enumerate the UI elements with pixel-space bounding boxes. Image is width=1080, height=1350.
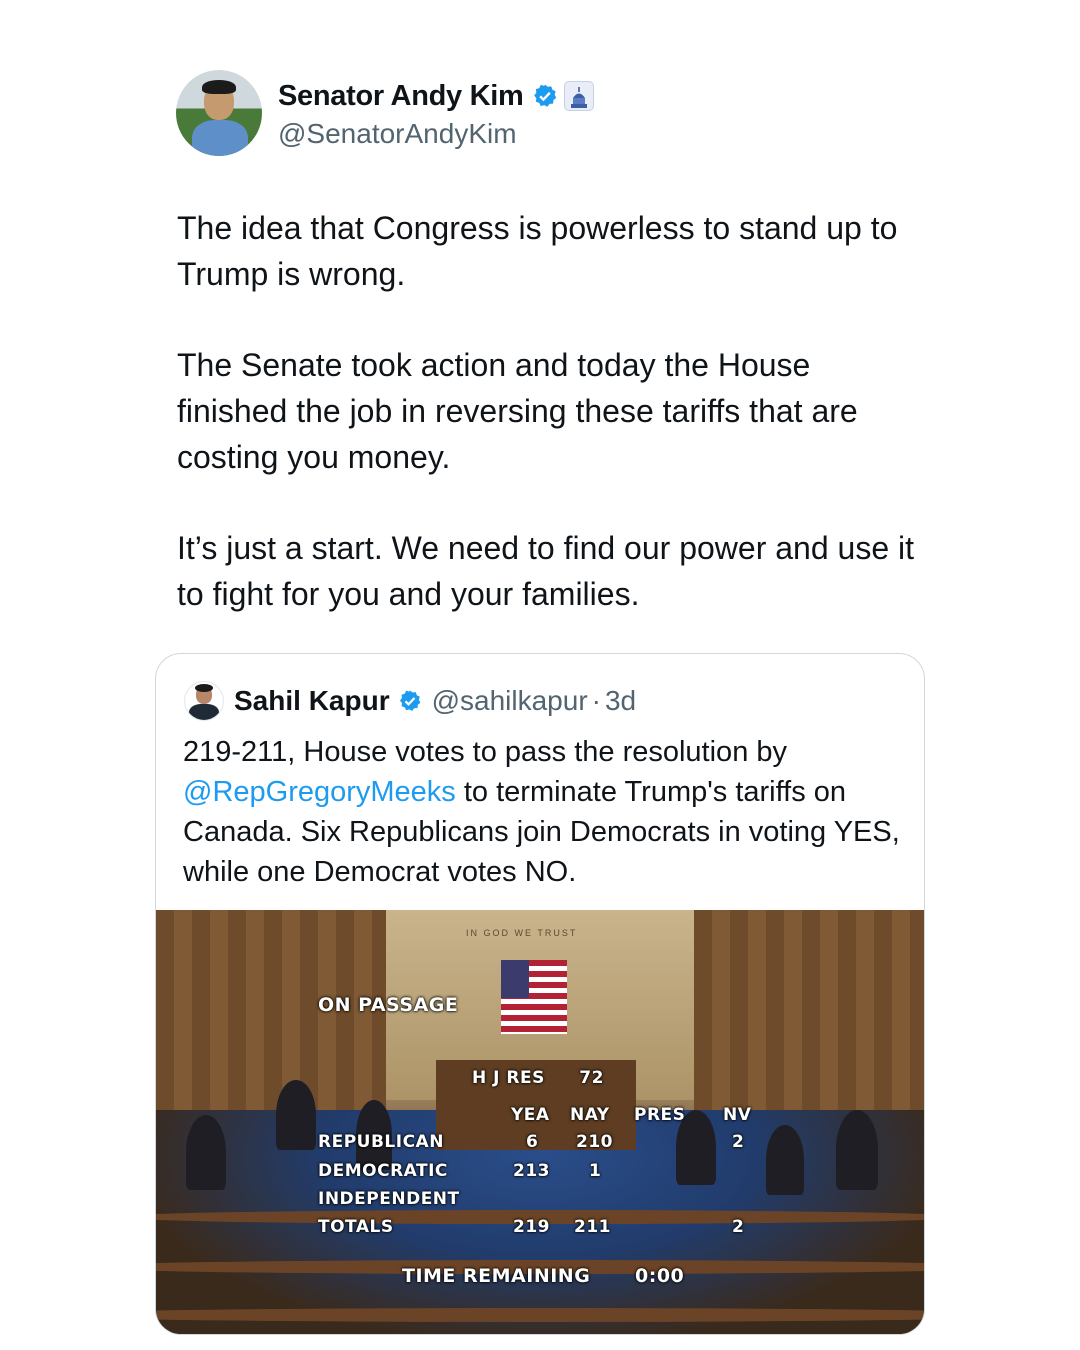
header-nay: NAY	[570, 1105, 610, 1125]
time-remaining-label: TIME REMAINING	[402, 1265, 591, 1287]
member-silhouette	[836, 1110, 878, 1190]
republican-nay: 210	[576, 1132, 613, 1152]
totals-yea: 219	[513, 1217, 550, 1237]
motto-inscription: IN GOD WE TRUST	[466, 928, 578, 938]
quoted-post[interactable]: Sahil Kapur @sahilkapur · 3d 219-211, Ho…	[155, 653, 925, 1335]
separator-dot: ·	[591, 685, 601, 716]
quote-text: 219-211, House votes to pass the resolut…	[183, 732, 913, 892]
totals-nay: 211	[574, 1217, 611, 1237]
vote-measure: H J RES 72	[472, 1068, 604, 1088]
post-text: The idea that Congress is powerless to s…	[177, 205, 917, 662]
quote-author-name[interactable]: Sahil Kapur	[234, 685, 390, 717]
header-nv: NV	[723, 1105, 752, 1125]
desk-row	[156, 1308, 924, 1322]
quote-text-before: 219-211, House votes to pass the resolut…	[183, 736, 788, 768]
quote-author-avatar[interactable]	[184, 681, 224, 721]
republican-yea: 6	[526, 1132, 539, 1152]
post-author[interactable]: Senator Andy Kim @SenatorAndyKim	[176, 70, 594, 156]
party-republican: REPUBLICAN	[318, 1132, 444, 1152]
quote-timestamp[interactable]: 3d	[605, 685, 636, 717]
measure-number: 72	[579, 1068, 604, 1088]
us-flag	[501, 960, 567, 1034]
time-remaining-value: 0:00	[635, 1265, 685, 1287]
author-handle[interactable]: @SenatorAndyKim	[278, 118, 594, 150]
verified-badge-icon	[533, 84, 556, 107]
header-pres: PRES	[634, 1105, 686, 1125]
member-silhouette	[186, 1115, 226, 1190]
header-yea: YEA	[511, 1105, 550, 1125]
republican-nv: 2	[732, 1132, 745, 1152]
measure-label: H J RES	[472, 1068, 545, 1088]
vote-on-passage-label: ON PASSAGE	[318, 994, 459, 1016]
member-silhouette	[766, 1125, 804, 1195]
quote-author-handle[interactable]: @sahilkapur	[432, 685, 588, 717]
party-independent: INDEPENDENT	[318, 1189, 460, 1209]
verified-badge-icon	[399, 690, 420, 711]
chamber-wall-right	[694, 910, 924, 1110]
party-totals: TOTALS	[318, 1217, 394, 1237]
post-paragraph: The Senate took action and today the Hou…	[177, 347, 858, 475]
author-names: Senator Andy Kim @SenatorAndyKim	[278, 76, 594, 150]
democratic-nay: 1	[589, 1161, 602, 1181]
party-democratic: DEMOCRATIC	[318, 1161, 448, 1181]
mention-link[interactable]: @RepGregoryMeeks	[183, 776, 456, 808]
quote-author[interactable]: Sahil Kapur @sahilkapur · 3d	[184, 681, 636, 721]
capitol-affiliation-icon[interactable]	[563, 81, 594, 111]
post-paragraph: The idea that Congress is powerless to s…	[177, 210, 898, 292]
totals-nv: 2	[732, 1217, 745, 1237]
author-display-name[interactable]: Senator Andy Kim	[278, 80, 524, 113]
quote-media-image[interactable]: IN GOD WE TRUST ON PASSAGE H J RES 72 YE…	[156, 910, 924, 1334]
post-paragraph: It’s just a start. We need to find our p…	[177, 530, 914, 612]
democratic-yea: 213	[513, 1161, 550, 1181]
author-avatar[interactable]	[176, 70, 262, 156]
member-silhouette	[276, 1080, 316, 1150]
